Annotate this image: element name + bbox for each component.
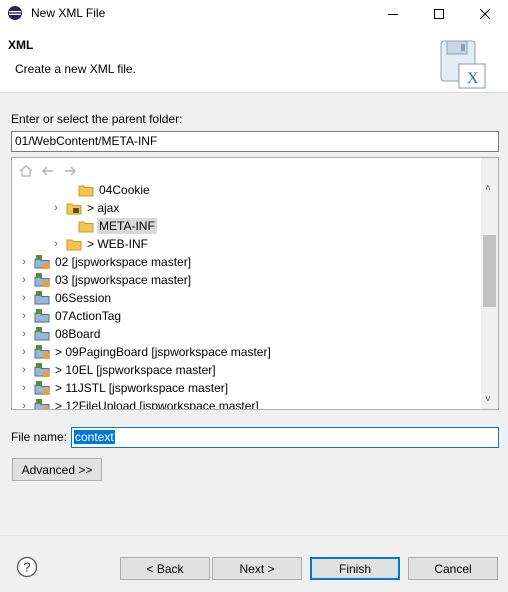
close-button[interactable]: [462, 0, 508, 27]
expand-chevron-icon[interactable]: ›: [18, 307, 30, 325]
advanced-button[interactable]: Advanced >>: [12, 458, 102, 481]
svg-text:?: ?: [23, 560, 30, 575]
tree-row-label: > 10EL [jspworkspace master]: [55, 363, 216, 377]
close-icon: [480, 8, 490, 19]
tree-row-label: 02 [jspworkspace master]: [55, 255, 192, 269]
expand-chevron-icon[interactable]: ›: [18, 397, 30, 409]
expand-chevron-icon[interactable]: ›: [18, 343, 30, 361]
forward-arrow-icon[interactable]: [62, 163, 78, 179]
tree-row-label: 07ActionTag: [55, 309, 122, 323]
scroll-up-icon[interactable]: ˄: [485, 183, 491, 194]
tree-row-label: 08Board: [55, 327, 101, 341]
tree-row-label: > 11JSTL [jspworkspace master]: [55, 381, 229, 395]
tree-row[interactable]: › 03 [jspworkspace master]: [18, 271, 193, 289]
tree-row[interactable]: 04Cookie: [62, 181, 152, 199]
tree-row[interactable]: › > 12FileUpload [jspworkspace master]: [18, 397, 261, 410]
expand-chevron-icon[interactable]: ›: [18, 289, 30, 307]
expand-chevron-icon[interactable]: ›: [18, 271, 30, 289]
help-icon[interactable]: ?: [16, 556, 38, 578]
scroll-down-icon[interactable]: ˅: [485, 394, 491, 405]
folder-icon: [78, 218, 94, 234]
minimize-icon: [388, 13, 398, 15]
file-name-label: File name:: [11, 430, 68, 444]
expand-chevron-icon[interactable]: ›: [18, 379, 30, 397]
project-icon: [34, 290, 50, 306]
minimize-button[interactable]: [370, 0, 416, 27]
project-icon: [34, 326, 50, 342]
tree-row-label: 03 [jspworkspace master]: [55, 273, 192, 287]
project-git-icon: [34, 344, 50, 360]
file-name-value: context: [74, 430, 115, 444]
expand-chevron-icon[interactable]: ›: [18, 253, 30, 271]
cancel-button[interactable]: Cancel: [408, 557, 498, 580]
expand-chevron-icon[interactable]: ›: [50, 199, 62, 217]
eclipse-icon: [8, 6, 22, 20]
tree-row[interactable]: › 02 [jspworkspace master]: [18, 253, 193, 271]
finish-button[interactable]: Finish: [310, 557, 400, 580]
maximize-button[interactable]: [416, 0, 462, 27]
tree-row-label: > 09PagingBoard [jspworkspace master]: [55, 345, 271, 359]
file-name-input[interactable]: context: [71, 427, 499, 448]
button-bar-divider: [0, 535, 508, 536]
back-button[interactable]: < Back: [120, 557, 210, 580]
xml-file-wizard-icon: X: [440, 40, 486, 89]
project-git-icon: [34, 272, 50, 288]
tree-row[interactable]: › > 10EL [jspworkspace master]: [18, 361, 218, 379]
title-bar: New XML File: [0, 0, 508, 27]
tree-row[interactable]: › 08Board: [18, 325, 102, 343]
tree-row[interactable]: META-INF: [62, 217, 157, 235]
project-git-icon: [34, 254, 50, 270]
tree-row-label: > WEB-INF: [87, 237, 149, 251]
tree-row-label: META-INF: [97, 218, 157, 234]
tree-row-label: 06Session: [55, 291, 112, 305]
page-description: Create a new XML file.: [15, 62, 136, 76]
maximize-icon: [434, 8, 444, 19]
project-git-icon: [34, 398, 50, 409]
tree-toolbar: [18, 163, 78, 179]
project-git-icon: [34, 362, 50, 378]
project-git-icon: [34, 380, 50, 396]
page-title: XML: [8, 38, 34, 52]
tree-row-label: > ajax: [87, 201, 120, 215]
wizard-header: XML Create a new XML file. X: [0, 27, 508, 93]
tree-row[interactable]: › > 09PagingBoard [jspworkspace master]: [18, 343, 273, 361]
project-icon: [34, 308, 50, 324]
folder-special-icon: [66, 200, 82, 216]
expand-chevron-icon[interactable]: ›: [18, 361, 30, 379]
back-arrow-icon[interactable]: [40, 163, 56, 179]
next-button[interactable]: Next >: [212, 557, 302, 580]
scrollbar-thumb[interactable]: [483, 235, 496, 307]
tree-row[interactable]: › 06Session: [18, 289, 113, 307]
svg-text:X: X: [467, 70, 479, 87]
parent-folder-input[interactable]: 01/WebContent/META-INF: [11, 131, 499, 152]
parent-folder-label: Enter or select the parent folder:: [11, 112, 183, 126]
tree-row[interactable]: › 07ActionTag: [18, 307, 123, 325]
tree-row[interactable]: › > WEB-INF: [50, 235, 150, 253]
tree-row-label: > 12FileUpload [jspworkspace master]: [55, 399, 259, 410]
home-icon[interactable]: [18, 163, 34, 179]
window-title: New XML File: [31, 6, 106, 20]
tree-row-label: 04Cookie: [99, 183, 150, 197]
expand-chevron-icon[interactable]: ›: [50, 235, 62, 253]
tree-row[interactable]: › > 11JSTL [jspworkspace master]: [18, 379, 230, 397]
tree-row[interactable]: › > ajax: [50, 199, 121, 217]
folder-tree[interactable]: 04Cookie › > ajax META-INF › > WEB-INF › 02 [js…: [11, 157, 499, 410]
folder-icon: [66, 236, 82, 252]
tree-scrollbar[interactable]: ˄ ˅: [481, 158, 498, 409]
expand-chevron-icon[interactable]: ›: [18, 325, 30, 343]
folder-icon: [78, 182, 94, 198]
